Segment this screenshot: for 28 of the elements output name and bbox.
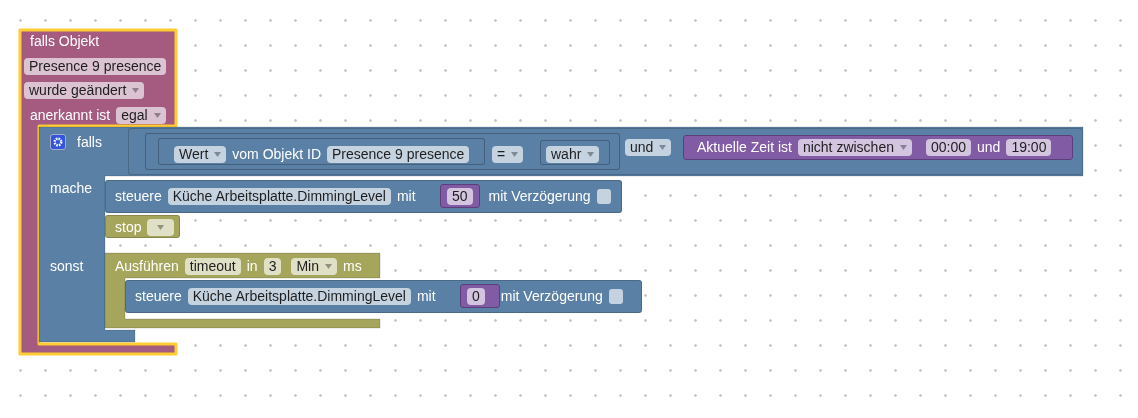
dropdown-arrow-icon bbox=[214, 151, 222, 157]
block-label: steuere bbox=[135, 287, 182, 305]
block-label: Ausführen bbox=[115, 257, 179, 275]
dropdown-arrow-icon bbox=[511, 151, 519, 157]
block-label: in bbox=[246, 257, 258, 275]
block-title: falls Objekt bbox=[30, 32, 100, 50]
dropdown-arrow-icon bbox=[132, 87, 140, 93]
block-label: mit bbox=[396, 187, 416, 205]
block-label: steuere bbox=[115, 187, 162, 205]
dropdown-arrow-icon bbox=[659, 144, 667, 150]
block-label: mache bbox=[50, 179, 93, 197]
block-label: stop bbox=[115, 218, 142, 236]
dropdown-arrow-icon bbox=[900, 144, 907, 150]
block-label: mit Verzögerung bbox=[500, 287, 603, 305]
block-label: anerkannt ist bbox=[30, 106, 111, 124]
block-label: ms bbox=[343, 257, 362, 275]
dropdown-arrow-icon bbox=[587, 151, 595, 157]
block-label: Aktuelle Zeit ist bbox=[697, 138, 792, 156]
block-label: und bbox=[977, 138, 1001, 156]
block-label: sonst bbox=[50, 257, 84, 275]
block-label: mit Verzögerung bbox=[488, 187, 591, 205]
block-label: falls bbox=[77, 133, 102, 151]
dropdown-arrow-icon bbox=[325, 263, 332, 269]
block-label: vom Objekt ID bbox=[232, 145, 321, 163]
dropdown-arrow-icon bbox=[153, 112, 161, 118]
dropdown-arrow-icon bbox=[157, 224, 165, 230]
block-label: mit bbox=[416, 287, 436, 305]
settings-icon[interactable] bbox=[50, 134, 66, 150]
